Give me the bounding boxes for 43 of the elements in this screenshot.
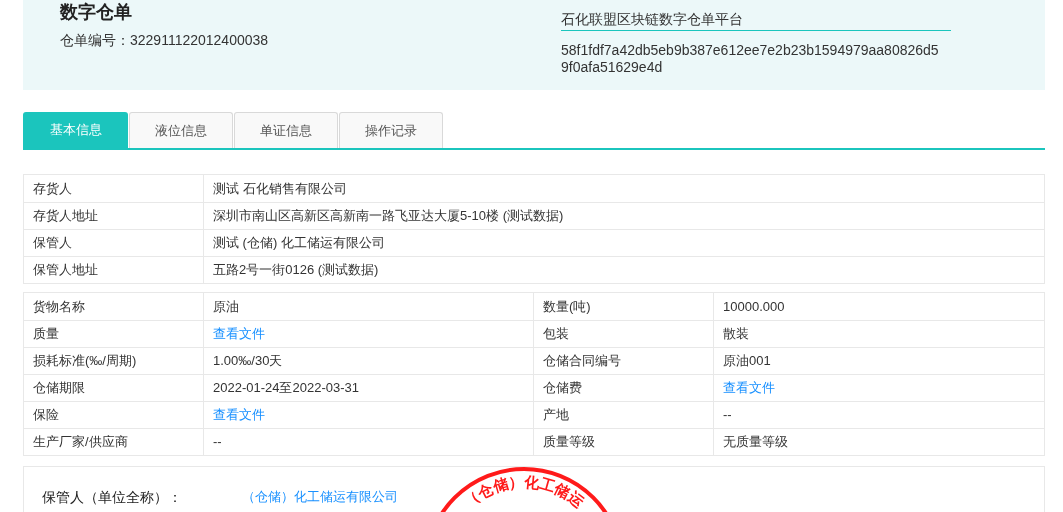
field-label: 仓储期限	[24, 375, 204, 401]
field-label: 质量等级	[534, 429, 714, 455]
field-value: 五路2号一街0126 (测试数据)	[212, 261, 380, 280]
receipt-number: 322911122012400038	[130, 31, 269, 50]
field-label: 货物名称	[24, 293, 204, 320]
tab[interactable]: 单证信息	[234, 112, 338, 148]
field-label: 保险	[24, 402, 204, 428]
page-title: 数字仓单	[60, 1, 133, 23]
field-value: 测试 (仓储) 化工储运有限公司	[212, 234, 386, 253]
field-value: 无质量等级	[722, 433, 789, 452]
hash-value: 58f1fdf7a42db5eb9b387e612ee7e2b23b1594979aa80826d59f0afa51629e4d	[561, 42, 939, 76]
field-value: 散装	[722, 325, 750, 344]
field-label: 存货人地址	[24, 203, 204, 229]
field-label: 损耗标准(‰/周期)	[24, 348, 204, 374]
field-value: 原油	[204, 293, 534, 320]
tab[interactable]: 操作记录	[339, 112, 443, 148]
field-value: --	[722, 406, 733, 425]
custodian-label: 保管人（单位全称）：	[42, 488, 183, 507]
tab[interactable]: 基本信息	[23, 112, 128, 148]
field-value: 1.00‰/30天	[204, 348, 534, 374]
field-value: --	[204, 429, 534, 455]
field-value: 深圳市南山区高新区高新南一路飞亚达大厦5-10楼 (测试数据)	[212, 207, 565, 226]
field-label: 保管人地址	[24, 257, 204, 283]
custodian-name: （仓储）化工储运有限公司	[242, 488, 398, 506]
field-label: 质量	[24, 321, 204, 347]
field-label: 仓储费	[534, 375, 714, 401]
field-value: 2022-01-24至2022-03-31	[204, 375, 534, 401]
field-label: 仓储合同编号	[534, 348, 714, 374]
field-value: 测试 石化销售有限公司	[212, 179, 348, 198]
field-label: 产地	[534, 402, 714, 428]
platform-name: 石化联盟区块链数字仓单平台	[561, 10, 951, 31]
field-value: 原油001	[722, 352, 772, 371]
view-file-link[interactable]: 查看文件	[204, 321, 534, 347]
tab[interactable]: 液位信息	[129, 112, 233, 148]
field-label: 生产厂家/供应商	[24, 429, 204, 455]
field-label: 数量(吨)	[534, 293, 714, 320]
view-file-link[interactable]: 查看文件	[204, 402, 534, 428]
field-label: 包装	[534, 321, 714, 347]
field-label: 保管人	[24, 230, 204, 256]
field-value: 10000.000	[722, 297, 786, 316]
view-file-link[interactable]: 查看文件	[714, 375, 1044, 401]
receipt-number-label: 仓单编号：	[60, 31, 130, 50]
field-label: 存货人	[24, 175, 204, 202]
